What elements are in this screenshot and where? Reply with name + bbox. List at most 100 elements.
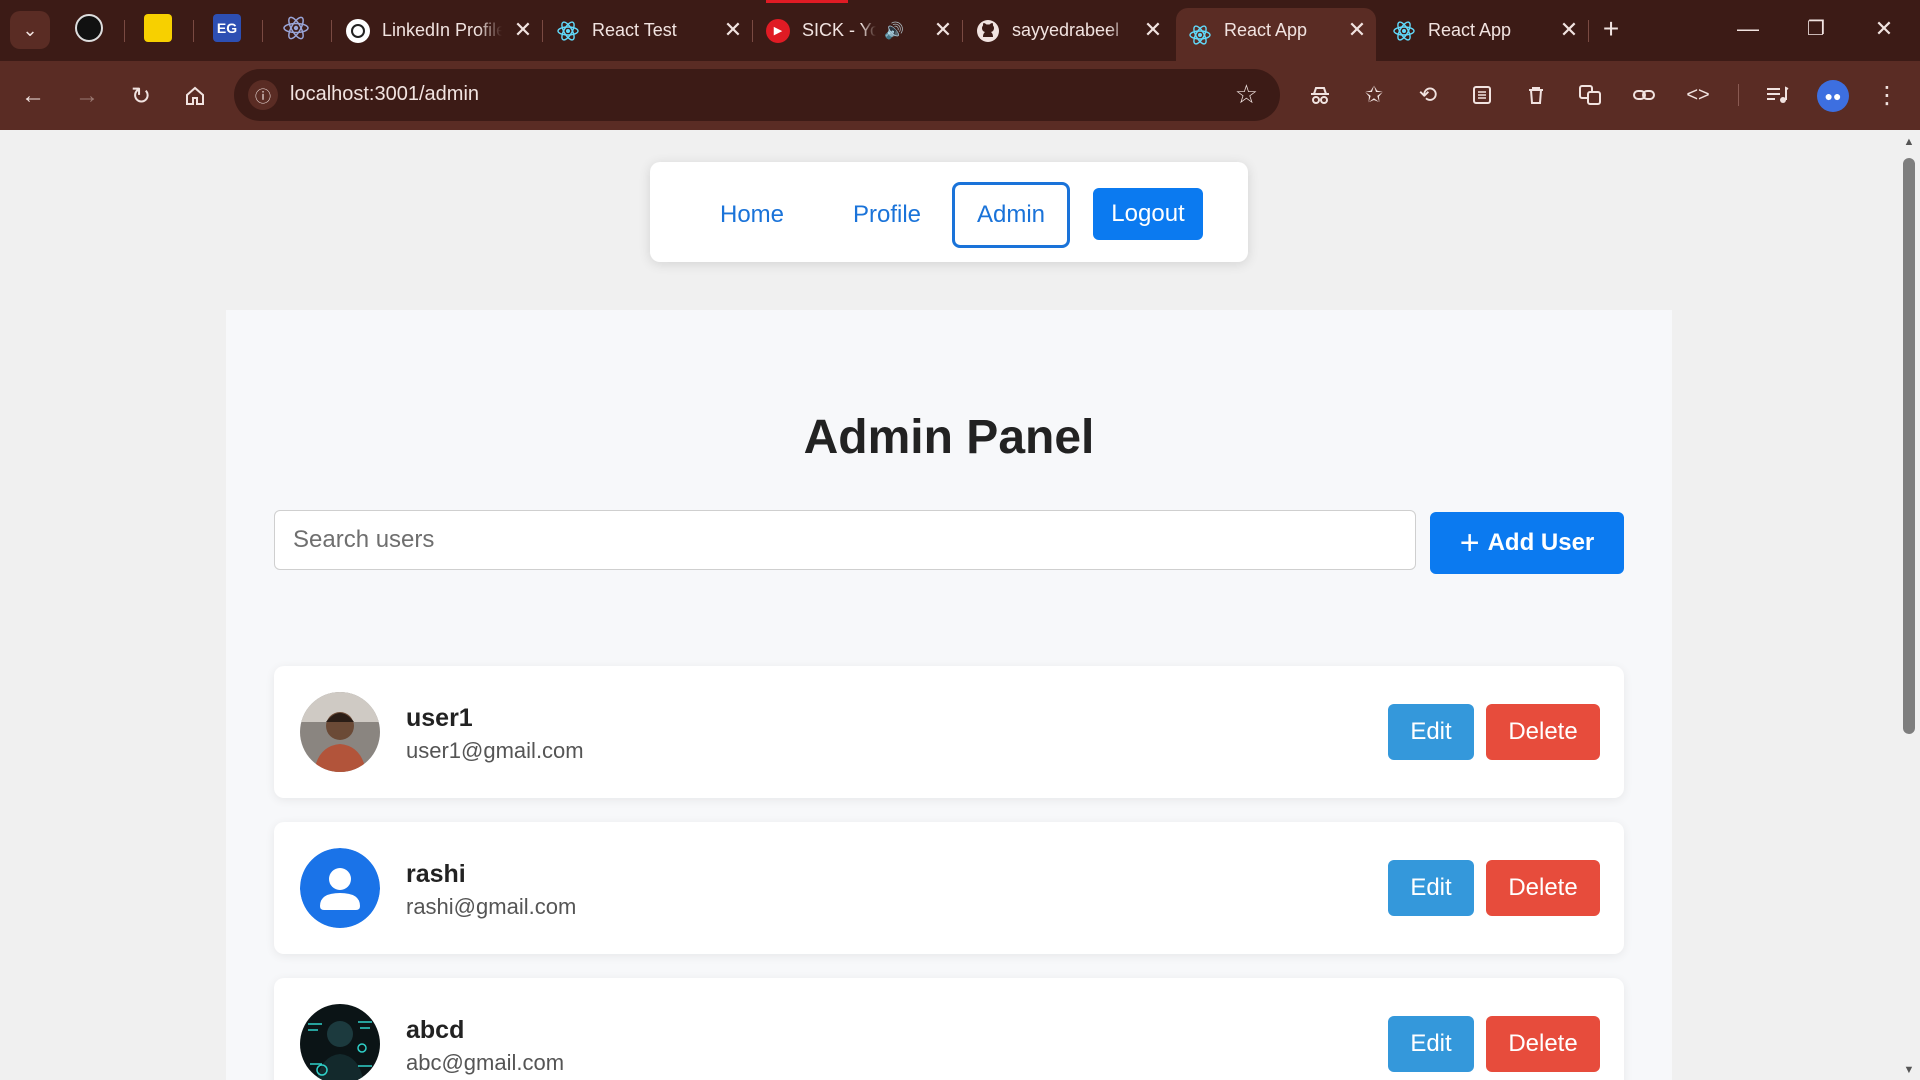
tab-title: React App (1224, 20, 1308, 40)
audio-playing-indicator (766, 0, 848, 3)
react-icon (1392, 19, 1416, 43)
avatar (300, 692, 380, 772)
search-input[interactable] (274, 510, 1416, 570)
tab-react-app[interactable]: React App ✕ (1392, 8, 1588, 53)
tab-separator (752, 20, 753, 42)
tab-separator (124, 20, 125, 42)
toolbar-separator (1738, 84, 1739, 106)
translate-icon[interactable] (1573, 78, 1607, 112)
profile-avatar-icon[interactable]: ●● (1817, 80, 1849, 112)
favorites-icon[interactable]: ✩ (1357, 78, 1391, 112)
scroll-up-icon[interactable]: ▲ (1903, 136, 1915, 148)
page-title: Admin Panel (803, 411, 1095, 464)
nav-link-admin[interactable]: Admin (952, 182, 1070, 248)
page-viewport: Home Profile Admin Logout Admin Panel + … (0, 130, 1898, 1080)
tab-title: React Test (592, 20, 677, 40)
react-icon (283, 16, 309, 40)
page-scrollbar[interactable]: ▲ ▼ (1898, 130, 1920, 1080)
delete-button[interactable]: Delete (1486, 704, 1600, 760)
add-user-button[interactable]: + Add User (1430, 512, 1624, 574)
react-icon (556, 19, 580, 43)
edit-button[interactable]: Edit (1388, 860, 1474, 916)
plus-icon: + (1459, 524, 1480, 562)
tab-title: sayyedrabeel (1012, 20, 1120, 40)
close-icon[interactable]: ✕ (510, 17, 536, 43)
tab-title: React App (1428, 20, 1512, 40)
delete-button[interactable]: Delete (1486, 860, 1600, 916)
user-email: abc@gmail.com (406, 1050, 565, 1075)
user-email: user1@gmail.com (406, 738, 584, 763)
tab-linkedin[interactable]: LinkedIn Profile ✕ (346, 8, 542, 53)
tab-separator (262, 20, 263, 42)
close-icon[interactable]: ✕ (1556, 17, 1582, 43)
scroll-thumb[interactable] (1903, 158, 1915, 734)
new-tab-button[interactable]: + (1591, 14, 1631, 44)
link-icon[interactable] (1627, 78, 1661, 112)
address-bar[interactable]: ⓘ localhost:3001/admin ☆ (234, 69, 1280, 121)
delete-button[interactable]: Delete (1486, 1016, 1600, 1072)
incognito-icon[interactable] (1303, 78, 1337, 112)
close-icon[interactable]: ✕ (720, 17, 746, 43)
logout-button[interactable]: Logout (1093, 188, 1203, 240)
pinned-tab-1[interactable] (75, 14, 103, 42)
edit-button[interactable]: Edit (1388, 1016, 1474, 1072)
user-name: rashi (406, 860, 466, 888)
add-user-label: Add User (1487, 529, 1595, 556)
tab-react-test[interactable]: React Test ✕ (556, 8, 752, 53)
close-icon[interactable]: ✕ (930, 17, 956, 43)
close-window-icon[interactable]: ✕ (1864, 14, 1904, 44)
site-info-icon[interactable]: ⓘ (248, 80, 278, 110)
speaker-icon[interactable]: 🔊 (884, 21, 904, 41)
back-icon[interactable]: ← (16, 79, 50, 113)
tab-youtube[interactable]: ▶ SICK - YouTube 🔊 ✕ (766, 0, 962, 53)
pinned-tab-flipkart[interactable] (144, 14, 172, 42)
url-text[interactable]: localhost:3001/admin (290, 83, 479, 106)
user-name: user1 (406, 704, 473, 732)
youtube-icon: ▶ (766, 18, 790, 43)
admin-panel: Admin Panel + Add User user1 user1@gmail… (226, 310, 1672, 1080)
linkedin-icon (346, 18, 370, 43)
history-icon[interactable]: ⟲ (1411, 78, 1445, 112)
tab-react-app-active[interactable]: React App ✕ (1176, 8, 1376, 61)
pinned-tab-react[interactable] (282, 14, 310, 42)
reload-icon[interactable]: ↻ (124, 79, 158, 113)
chevron-down-icon: ⌄ (22, 19, 38, 40)
minimize-icon[interactable]: — (1728, 14, 1768, 44)
tab-github[interactable]: sayyedrabeel ✕ (976, 8, 1172, 53)
user-email: rashi@gmail.com (406, 894, 577, 919)
browser-tab-strip: ⌄ EG LinkedIn Profile ✕ React Test ✕ ▶ S… (0, 0, 1920, 61)
nav-link-home[interactable]: Home (702, 182, 802, 248)
tab-separator (193, 20, 194, 42)
restore-icon[interactable]: ❐ (1796, 14, 1836, 44)
react-icon (1188, 23, 1212, 47)
default-person-icon (300, 848, 380, 928)
bookmark-star-icon[interactable]: ☆ (1235, 79, 1258, 110)
trash-icon[interactable] (1519, 78, 1553, 112)
close-icon[interactable]: ✕ (1344, 17, 1370, 43)
reading-list-icon[interactable] (1465, 78, 1499, 112)
user-card: rashi rashi@gmail.com Edit Delete (274, 822, 1624, 954)
tab-title: SICK - YouTube (802, 20, 876, 40)
close-icon[interactable]: ✕ (1140, 17, 1166, 43)
tab-separator (962, 20, 963, 42)
tab-separator (331, 20, 332, 42)
user-card: abcd abc@gmail.com Edit Delete (274, 978, 1624, 1080)
forward-icon[interactable]: → (70, 79, 104, 113)
tab-separator (542, 20, 543, 42)
tab-search-dropdown[interactable]: ⌄ (10, 11, 50, 49)
pinned-tab-eg[interactable]: EG (213, 14, 241, 42)
code-icon[interactable]: <> (1681, 78, 1715, 112)
avatar (300, 1004, 380, 1080)
scroll-down-icon[interactable]: ▼ (1903, 1064, 1915, 1076)
edit-button[interactable]: Edit (1388, 704, 1474, 760)
home-icon[interactable] (178, 79, 212, 113)
tab-separator (1588, 20, 1589, 42)
user-name: abcd (406, 1016, 465, 1044)
more-menu-icon[interactable]: ⋮ (1870, 78, 1904, 112)
media-controls-icon[interactable] (1760, 78, 1794, 112)
pinned-tab-label: EG (216, 20, 238, 36)
nav-link-profile[interactable]: Profile (832, 182, 942, 248)
user-card: user1 user1@gmail.com Edit Delete (274, 666, 1624, 798)
github-icon (976, 19, 1000, 43)
tab-title: LinkedIn Profile (382, 20, 502, 40)
